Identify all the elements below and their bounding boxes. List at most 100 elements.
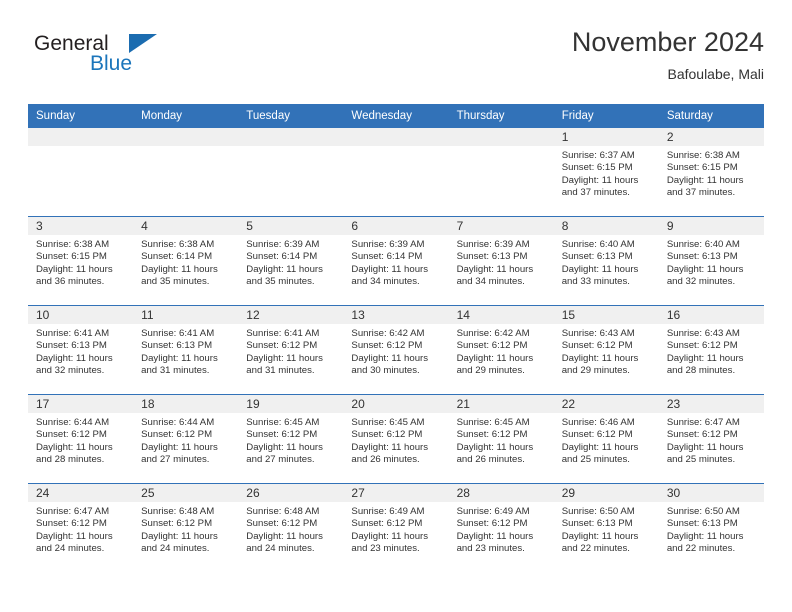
sunrise-time: Sunrise: 6:41 AM [36, 328, 110, 339]
calendar-week-row: 24 Sunrise: 6:47 AM Sunset: 6:12 PM Dayligh… [28, 483, 764, 572]
day-number: 13 [343, 306, 449, 324]
day-number: 20 [343, 395, 449, 413]
day-number: 30 [658, 484, 764, 502]
sunset-time: Sunset: 6:12 PM [456, 340, 528, 352]
day-details: Sunrise: 6:44 AM Sunset: 6:12 PM Daylight:… [133, 413, 238, 467]
day-number: 10 [28, 306, 134, 324]
calendar-week-row: 17 Sunrise: 6:44 AM Sunset: 6:12 PM Dayligh… [28, 394, 764, 484]
calendar-day-cell[interactable]: 8 Sunrise: 6:40 AM Sunset: 6:13 PM Daylight… [553, 216, 659, 306]
calendar-day-cell[interactable]: 10 Sunrise: 6:41 AM Sunset: 6:13 PM Dayligh… [28, 305, 134, 395]
daylight-duration: Daylight: 11 hours and 24 minutes. [36, 530, 113, 555]
calendar-day-cell[interactable]: 22 Sunrise: 6:46 AM Sunset: 6:12 PM Dayligh… [553, 394, 659, 484]
daylight-duration: Daylight: 11 hours and 35 minutes. [141, 263, 218, 288]
calendar-day-cell[interactable]: 27 Sunrise: 6:49 AM Sunset: 6:12 PM Dayligh… [343, 483, 449, 572]
day-number: 3 [28, 217, 134, 235]
daylight-duration: Daylight: 11 hours and 28 minutes. [36, 441, 113, 466]
day-number [343, 128, 449, 146]
calendar-day-cell[interactable]: 12 Sunrise: 6:41 AM Sunset: 6:12 PM Dayligh… [238, 305, 344, 395]
general-blue-logo[interactable]: General Blue [28, 32, 208, 88]
sunset-time: Sunset: 6:12 PM [36, 518, 107, 530]
sunrise-time: Sunrise: 6:49 AM [351, 506, 425, 517]
sunrise-time: Sunrise: 6:50 AM [666, 506, 740, 517]
calendar-day-cell[interactable]: 18 Sunrise: 6:44 AM Sunset: 6:12 PM Dayligh… [133, 394, 239, 484]
day-details: Sunrise: 6:47 AM Sunset: 6:12 PM Daylight:… [659, 413, 764, 467]
day-number [28, 128, 134, 146]
calendar-day-cell[interactable]: 11 Sunrise: 6:41 AM Sunset: 6:13 PM Dayligh… [133, 305, 239, 395]
day-details: Sunrise: 6:46 AM Sunset: 6:12 PM Daylight:… [554, 413, 659, 467]
sunset-time: Sunset: 6:12 PM [561, 340, 633, 352]
calendar-day-cell[interactable]: 6 Sunrise: 6:39 AM Sunset: 6:14 PM Daylight… [343, 216, 449, 306]
sunset-time: Sunset: 6:14 PM [351, 251, 423, 263]
logo-triangle-icon [129, 34, 157, 53]
calendar-week-row: 3 Sunrise: 6:38 AM Sunset: 6:15 PM Daylight… [28, 216, 764, 306]
calendar-day-cell[interactable]: 5 Sunrise: 6:39 AM Sunset: 6:14 PM Daylight… [238, 216, 344, 306]
calendar-day-cell[interactable]: 30 Sunrise: 6:50 AM Sunset: 6:13 PM Dayligh… [658, 483, 764, 572]
calendar-day-cell[interactable]: 15 Sunrise: 6:43 AM Sunset: 6:12 PM Dayligh… [553, 305, 659, 395]
sunset-time: Sunset: 6:12 PM [351, 340, 423, 352]
sunrise-time: Sunrise: 6:38 AM [666, 150, 740, 161]
daylight-duration: Daylight: 11 hours and 32 minutes. [36, 352, 113, 377]
sunrise-time: Sunrise: 6:46 AM [561, 417, 635, 428]
sunrise-time: Sunrise: 6:43 AM [561, 328, 635, 339]
sunset-time: Sunset: 6:13 PM [561, 518, 633, 530]
calendar-day-cell[interactable]: 20 Sunrise: 6:45 AM Sunset: 6:12 PM Dayligh… [343, 394, 449, 484]
day-details: Sunrise: 6:41 AM Sunset: 6:12 PM Daylight:… [238, 324, 343, 378]
daylight-duration: Daylight: 11 hours and 26 minutes. [456, 441, 534, 466]
day-details: Sunrise: 6:38 AM Sunset: 6:15 PM Daylight:… [28, 235, 133, 289]
day-details: Sunrise: 6:39 AM Sunset: 6:13 PM Daylight:… [449, 235, 554, 289]
weekday-header: Sunday Monday Tuesday Wednesday Thursday… [28, 104, 764, 128]
daylight-duration: Daylight: 11 hours and 35 minutes. [246, 263, 323, 288]
calendar-week-row: 10 Sunrise: 6:41 AM Sunset: 6:13 PM Dayligh… [28, 305, 764, 395]
daylight-duration: Daylight: 11 hours and 31 minutes. [141, 352, 218, 377]
daylight-duration: Daylight: 11 hours and 36 minutes. [36, 263, 113, 288]
page-header: General Blue November 2024 Bafoulabe, Ma… [28, 26, 764, 98]
day-number [133, 128, 239, 146]
title-block: November 2024 Bafoulabe, Mali [572, 26, 764, 84]
day-number: 24 [28, 484, 134, 502]
day-details: Sunrise: 6:45 AM Sunset: 6:12 PM Daylight:… [449, 413, 554, 467]
sunset-time: Sunset: 6:15 PM [36, 251, 107, 263]
sunset-time: Sunset: 6:12 PM [141, 429, 213, 441]
weekday-header-wednesday: Wednesday [343, 104, 449, 128]
calendar-day-cell[interactable]: 29 Sunrise: 6:50 AM Sunset: 6:13 PM Dayligh… [553, 483, 659, 572]
day-details: Sunrise: 6:41 AM Sunset: 6:13 PM Daylight:… [133, 324, 238, 378]
day-details: Sunrise: 6:38 AM Sunset: 6:15 PM Daylight:… [659, 146, 764, 200]
daylight-duration: Daylight: 11 hours and 31 minutes. [246, 352, 323, 377]
calendar-day-cell[interactable]: 21 Sunrise: 6:45 AM Sunset: 6:12 PM Dayligh… [448, 394, 554, 484]
calendar-day-cell[interactable]: 25 Sunrise: 6:48 AM Sunset: 6:12 PM Dayligh… [133, 483, 239, 572]
daylight-duration: Daylight: 11 hours and 24 minutes. [141, 530, 218, 555]
calendar-day-cell[interactable]: 1 Sunrise: 6:37 AM Sunset: 6:15 PM Daylight… [553, 128, 659, 217]
day-number: 11 [133, 306, 239, 324]
sunrise-time: Sunrise: 6:38 AM [36, 239, 110, 250]
calendar-day-cell[interactable]: 2 Sunrise: 6:38 AM Sunset: 6:15 PM Daylight… [658, 128, 764, 217]
day-details: Sunrise: 6:48 AM Sunset: 6:12 PM Daylight:… [133, 502, 238, 556]
sunset-time: Sunset: 6:13 PM [141, 340, 213, 352]
day-number: 28 [448, 484, 554, 502]
calendar-day-cell[interactable]: 14 Sunrise: 6:42 AM Sunset: 6:12 PM Dayligh… [448, 305, 554, 395]
calendar-day-cell[interactable]: 9 Sunrise: 6:40 AM Sunset: 6:13 PM Daylight… [658, 216, 764, 306]
sunrise-time: Sunrise: 6:45 AM [351, 417, 425, 428]
calendar-day-cell[interactable]: 28 Sunrise: 6:49 AM Sunset: 6:12 PM Dayligh… [448, 483, 554, 572]
calendar-day-cell[interactable]: 23 Sunrise: 6:47 AM Sunset: 6:12 PM Dayligh… [658, 394, 764, 484]
calendar-day-cell[interactable]: 7 Sunrise: 6:39 AM Sunset: 6:13 PM Daylight… [448, 216, 554, 306]
sunset-time: Sunset: 6:12 PM [36, 429, 107, 441]
weekday-header-saturday: Saturday [658, 104, 764, 128]
day-details: Sunrise: 6:38 AM Sunset: 6:14 PM Daylight:… [133, 235, 238, 289]
calendar-day-cell[interactable]: 4 Sunrise: 6:38 AM Sunset: 6:14 PM Daylight… [133, 216, 239, 306]
sunrise-time: Sunrise: 6:40 AM [666, 239, 740, 250]
day-number: 26 [238, 484, 344, 502]
sunset-time: Sunset: 6:13 PM [456, 251, 528, 263]
sunrise-time: Sunrise: 6:39 AM [246, 239, 320, 250]
calendar-day-cell[interactable]: 16 Sunrise: 6:43 AM Sunset: 6:12 PM Dayligh… [658, 305, 764, 395]
calendar-day-cell[interactable]: 19 Sunrise: 6:45 AM Sunset: 6:12 PM Dayligh… [238, 394, 344, 484]
calendar-day-cell[interactable]: 24 Sunrise: 6:47 AM Sunset: 6:12 PM Dayligh… [28, 483, 134, 572]
calendar-day-cell[interactable]: 3 Sunrise: 6:38 AM Sunset: 6:15 PM Daylight… [28, 216, 134, 306]
day-number: 25 [133, 484, 239, 502]
daylight-duration: Daylight: 11 hours and 26 minutes. [351, 441, 429, 466]
sunset-time: Sunset: 6:12 PM [351, 429, 423, 441]
calendar-cell-empty [448, 128, 554, 217]
day-number [238, 128, 344, 146]
calendar-day-cell[interactable]: 26 Sunrise: 6:48 AM Sunset: 6:12 PM Dayligh… [238, 483, 344, 572]
calendar-day-cell[interactable]: 17 Sunrise: 6:44 AM Sunset: 6:12 PM Dayligh… [28, 394, 134, 484]
calendar-day-cell[interactable]: 13 Sunrise: 6:42 AM Sunset: 6:12 PM Dayligh… [343, 305, 449, 395]
